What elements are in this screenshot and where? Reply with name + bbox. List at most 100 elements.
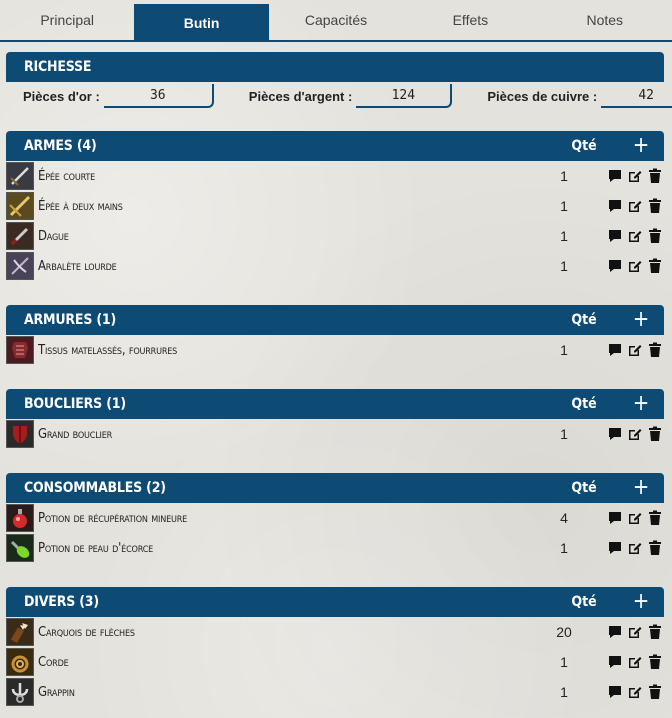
item-actions [606,509,664,527]
item-qty: 1 [560,168,568,184]
chat-icon[interactable] [606,197,624,215]
tab-capacites[interactable]: Capacités [269,0,403,40]
silver-field-group: Pièces d'argent : [232,84,453,108]
trash-icon[interactable] [646,341,664,359]
item-qty: 1 [560,684,568,700]
item-actions [606,653,664,671]
shields-add-button[interactable]: + [626,393,656,415]
silver-input[interactable] [356,84,453,108]
tab-bar: Principal Butin Capacités Effets Notes [0,0,672,42]
chat-icon[interactable] [606,539,624,557]
trash-icon[interactable] [646,167,664,185]
copper-input[interactable] [601,84,672,108]
edit-icon[interactable] [626,623,644,641]
trash-icon[interactable] [646,425,664,443]
edit-icon[interactable] [626,197,644,215]
trash-icon[interactable] [646,623,664,641]
green-potion-icon [6,534,34,562]
list-item: Corde 1 [6,648,664,676]
item-actions [606,167,664,185]
item-name: Grand bouclier [38,426,113,442]
list-item: Épée courte 1 [6,162,664,190]
list-item: Dague 1 [6,222,664,250]
edit-icon[interactable] [626,425,644,443]
copper-field-group: Pièces de cuivre : [470,84,672,108]
gold-field-group: Pièces d'or : [6,84,214,108]
tab-butin[interactable]: Butin [134,4,269,42]
chat-icon[interactable] [606,683,624,701]
tab-effets[interactable]: Effets [403,0,537,40]
wealth-row: Pièces d'or : Pièces d'argent : Pièces d… [6,82,672,110]
chat-icon[interactable] [606,425,624,443]
gold-input[interactable] [103,84,214,108]
consumables-header: Consommables (2) Qté + [6,473,664,503]
trash-icon[interactable] [646,539,664,557]
edit-icon[interactable] [626,341,644,359]
item-actions [606,227,664,245]
trash-icon[interactable] [646,683,664,701]
item-qty: 1 [560,654,568,670]
silver-label: Pièces d'argent : [248,88,353,104]
item-qty: 1 [560,342,568,358]
item-name: Grappin [38,684,75,700]
item-qty: 1 [560,198,568,214]
chat-icon[interactable] [606,341,624,359]
trash-icon[interactable] [646,227,664,245]
consumables-qty-header: Qté [571,480,597,496]
wealth-header: Richesse [6,52,664,82]
consumables-add-button[interactable]: + [626,477,656,499]
item-name: Dague [38,228,69,244]
chat-icon[interactable] [606,227,624,245]
item-qty: 4 [560,510,568,526]
armors-add-button[interactable]: + [626,309,656,331]
item-name: Carquois de flèches [38,624,135,640]
tab-principal[interactable]: Principal [0,0,134,40]
item-name: Épée courte [38,168,96,184]
item-qty: 1 [560,258,568,274]
edit-icon[interactable] [626,227,644,245]
item-actions [606,683,664,701]
list-item: Épée à deux mains 1 [6,192,664,220]
shields-title: Boucliers (1) [24,396,126,412]
item-name: Corde [38,654,69,670]
edit-icon[interactable] [626,539,644,557]
trash-icon[interactable] [646,509,664,527]
list-item: Grappin 1 [6,678,664,706]
red-potion-icon [6,504,34,532]
weapons-add-button[interactable]: + [626,135,656,157]
edit-icon[interactable] [626,509,644,527]
trash-icon[interactable] [646,197,664,215]
weapons-qty-header: Qté [571,138,597,154]
edit-icon[interactable] [626,167,644,185]
edit-icon[interactable] [626,653,644,671]
item-actions [606,257,664,275]
misc-qty-header: Qté [571,594,597,610]
weapons-title: Armes (4) [24,138,97,154]
consumables-title: Consommables (2) [24,480,166,496]
armors-title: Armures (1) [24,312,117,328]
quiver-icon [6,618,34,646]
chat-icon[interactable] [606,257,624,275]
chat-icon[interactable] [606,623,624,641]
grappling-hook-icon [6,678,34,706]
armors-qty-header: Qté [571,312,597,328]
chat-icon[interactable] [606,167,624,185]
chat-icon[interactable] [606,653,624,671]
tab-notes[interactable]: Notes [538,0,672,40]
item-actions [606,341,664,359]
weapons-header: Armes (4) Qté + [6,131,664,161]
armor-icon [6,336,34,364]
armors-header: Armures (1) Qté + [6,305,664,335]
edit-icon[interactable] [626,683,644,701]
chat-icon[interactable] [606,509,624,527]
misc-add-button[interactable]: + [626,591,656,613]
item-actions [606,197,664,215]
edit-icon[interactable] [626,257,644,275]
trash-icon[interactable] [646,257,664,275]
item-name: Tissus matelassés, fourrures [38,342,178,358]
wealth-title: Richesse [24,59,92,75]
trash-icon[interactable] [646,653,664,671]
dagger-icon [6,222,34,250]
item-name: Arbalète lourde [38,258,117,274]
list-item: Potion de récupération mineure 4 [6,504,664,532]
